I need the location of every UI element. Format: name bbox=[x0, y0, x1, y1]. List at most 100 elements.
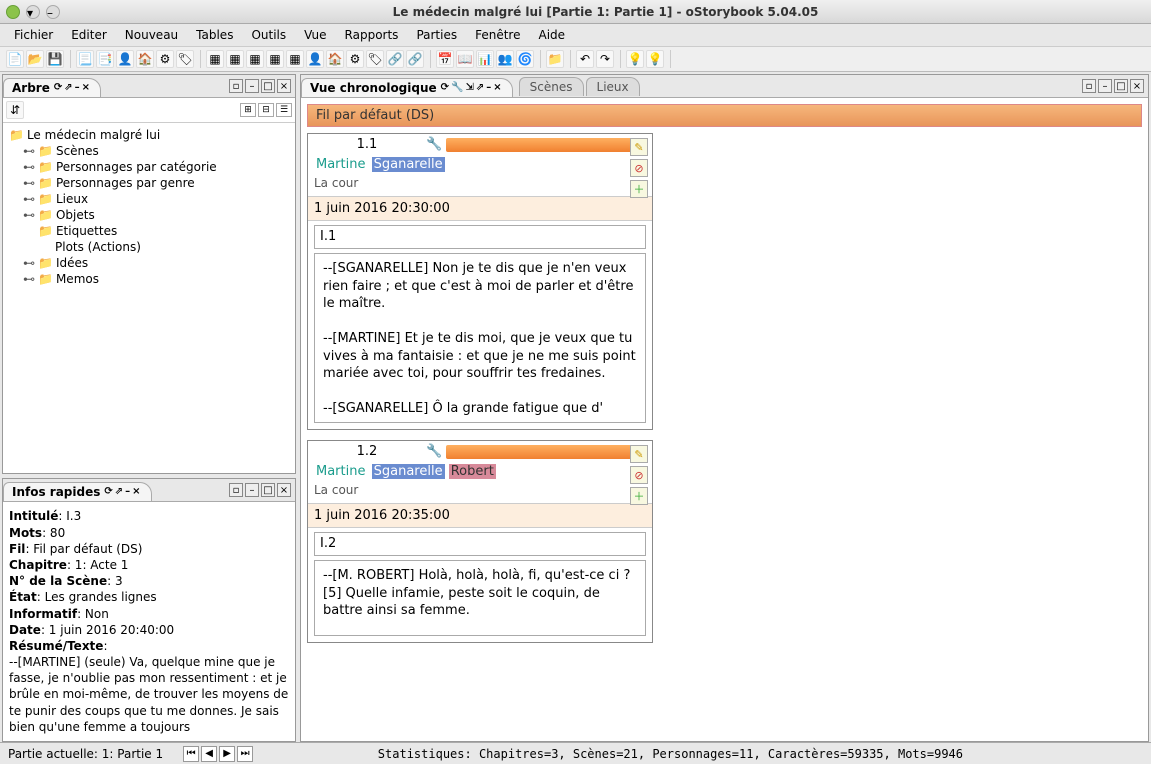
panel-min-button[interactable]: – bbox=[245, 483, 259, 497]
tool-location-icon[interactable]: 🏠 bbox=[136, 50, 154, 68]
scene-title-input[interactable]: I.1 bbox=[314, 225, 646, 249]
tab-scenes[interactable]: Scènes bbox=[519, 77, 584, 96]
tool-link2-icon[interactable]: 🔗 bbox=[406, 50, 424, 68]
menu-nouveau[interactable]: Nouveau bbox=[117, 26, 186, 44]
menu-tables[interactable]: Tables bbox=[188, 26, 241, 44]
export-icon[interactable]: ⇲ bbox=[466, 82, 474, 93]
window-shade-button[interactable]: ▾ bbox=[26, 5, 40, 19]
tree-memos[interactable]: ⊷📁Memos bbox=[23, 271, 289, 287]
tool-person-icon[interactable]: 👤 bbox=[116, 50, 134, 68]
edit-scene-button[interactable]: ✎ bbox=[630, 445, 648, 463]
panel-float-button[interactable]: ▫ bbox=[1082, 79, 1096, 93]
tool-open-icon[interactable]: 📂 bbox=[26, 50, 44, 68]
tool-tag2-icon[interactable]: 🏷 bbox=[366, 50, 384, 68]
tool-book-icon[interactable]: 📖 bbox=[456, 50, 474, 68]
menu-vue[interactable]: Vue bbox=[296, 26, 334, 44]
menu-parties[interactable]: Parties bbox=[408, 26, 465, 44]
tool-obj2-icon[interactable]: ⚙ bbox=[346, 50, 364, 68]
infos-tab[interactable]: Infos rapides ⟳ ⇗ – × bbox=[3, 482, 152, 501]
tool-docs-icon[interactable]: 📑 bbox=[96, 50, 114, 68]
tool-person2-icon[interactable]: 👤 bbox=[306, 50, 324, 68]
view-detail-icon[interactable]: ☰ bbox=[276, 103, 292, 117]
refresh-icon[interactable]: ⟳ bbox=[441, 82, 449, 93]
char-sganarelle[interactable]: Sganarelle bbox=[372, 157, 445, 172]
add-scene-button[interactable]: ＋ bbox=[630, 180, 648, 198]
menu-fichier[interactable]: Fichier bbox=[6, 26, 61, 44]
pin-icon[interactable]: ⇗ bbox=[476, 82, 484, 93]
panel-min-button[interactable]: – bbox=[245, 79, 259, 93]
close-icon[interactable]: × bbox=[493, 82, 501, 93]
tool-table3-icon[interactable]: ▦ bbox=[246, 50, 264, 68]
panel-float-button[interactable]: ▫ bbox=[229, 483, 243, 497]
arbre-tab[interactable]: Arbre ⟳ ⇗ – × bbox=[3, 78, 101, 97]
char-robert[interactable]: Robert bbox=[449, 464, 496, 479]
tab-lieux[interactable]: Lieux bbox=[586, 77, 640, 96]
window-minimize-button[interactable]: – bbox=[46, 5, 60, 19]
tool-idea-icon[interactable]: 💡 bbox=[626, 50, 644, 68]
view-list-icon[interactable]: ⊟ bbox=[258, 103, 274, 117]
panel-close-button[interactable]: × bbox=[1130, 79, 1144, 93]
char-martine[interactable]: Martine bbox=[314, 464, 367, 479]
menu-aide[interactable]: Aide bbox=[530, 26, 573, 44]
nav-next-button[interactable]: ▶ bbox=[219, 746, 235, 762]
tool-spiral-icon[interactable]: 🌀 bbox=[516, 50, 534, 68]
tool-table1-icon[interactable]: ▦ bbox=[206, 50, 224, 68]
tree-etiquettes[interactable]: 📁Etiquettes bbox=[23, 223, 289, 239]
nav-last-button[interactable]: ⏭ bbox=[237, 746, 253, 762]
refresh-icon[interactable]: ⟳ bbox=[104, 486, 112, 497]
window-close-button[interactable] bbox=[6, 5, 20, 19]
tool-undo-icon[interactable]: ↶ bbox=[576, 50, 594, 68]
panel-max-button[interactable]: □ bbox=[261, 79, 275, 93]
add-scene-button[interactable]: ＋ bbox=[630, 487, 648, 505]
tree-plots[interactable]: Plots (Actions) bbox=[23, 239, 289, 255]
menu-rapports[interactable]: Rapports bbox=[337, 26, 407, 44]
tool-tag-icon[interactable]: 🏷 bbox=[176, 50, 194, 68]
pin-icon[interactable]: ⇗ bbox=[115, 486, 123, 497]
menu-fenetre[interactable]: Fenêtre bbox=[467, 26, 528, 44]
tool-calendar-icon[interactable]: 📅 bbox=[436, 50, 454, 68]
tool-chart-icon[interactable]: 📊 bbox=[476, 50, 494, 68]
tool-loc2-icon[interactable]: 🏠 bbox=[326, 50, 344, 68]
tool-link-icon[interactable]: 🔗 bbox=[386, 50, 404, 68]
minus-icon[interactable]: – bbox=[486, 82, 491, 93]
wrench-icon[interactable]: 🔧 bbox=[426, 137, 442, 152]
tree-mode-icon[interactable]: ⇵ bbox=[6, 101, 24, 119]
minus-icon[interactable]: – bbox=[125, 486, 130, 497]
pin-icon[interactable]: ⇗ bbox=[64, 82, 72, 93]
nav-first-button[interactable]: ⏮ bbox=[183, 746, 199, 762]
panel-max-button[interactable]: □ bbox=[1114, 79, 1128, 93]
tree-lieux[interactable]: ⊷📁Lieux bbox=[23, 191, 289, 207]
char-martine[interactable]: Martine bbox=[314, 157, 367, 172]
panel-close-button[interactable]: × bbox=[277, 79, 291, 93]
edit-scene-button[interactable]: ✎ bbox=[630, 138, 648, 156]
scene-text[interactable]: --[M. ROBERT] Holà, holà, holà, fi, qu'e… bbox=[314, 560, 646, 636]
panel-min-button[interactable]: – bbox=[1098, 79, 1112, 93]
tool-save-icon[interactable]: 💾 bbox=[46, 50, 64, 68]
tree-pers-cat[interactable]: ⊷📁Personnages par catégorie bbox=[23, 159, 289, 175]
tree-pers-genre[interactable]: ⊷📁Personnages par genre bbox=[23, 175, 289, 191]
scene-text[interactable]: --[SGANARELLE] Non je te dis que je n'en… bbox=[314, 253, 646, 423]
tool-table4-icon[interactable]: ▦ bbox=[266, 50, 284, 68]
tool-table2-icon[interactable]: ▦ bbox=[226, 50, 244, 68]
tool-bulb-icon[interactable]: 💡 bbox=[646, 50, 664, 68]
char-sganarelle[interactable]: Sganarelle bbox=[372, 464, 445, 479]
scene-title-input[interactable]: I.2 bbox=[314, 532, 646, 556]
delete-scene-button[interactable]: ⊘ bbox=[630, 159, 648, 177]
panel-max-button[interactable]: □ bbox=[261, 483, 275, 497]
delete-scene-button[interactable]: ⊘ bbox=[630, 466, 648, 484]
tree-idees[interactable]: ⊷📁Idées bbox=[23, 255, 289, 271]
tool-manage-icon[interactable]: 👥 bbox=[496, 50, 514, 68]
nav-prev-button[interactable]: ◀ bbox=[201, 746, 217, 762]
tree-scenes[interactable]: ⊷📁Scènes bbox=[23, 143, 289, 159]
close-icon[interactable]: × bbox=[132, 486, 140, 497]
tree-root[interactable]: 📁Le médecin malgré lui bbox=[9, 127, 289, 143]
tool-redo-icon[interactable]: ↷ bbox=[596, 50, 614, 68]
tool-table5-icon[interactable]: ▦ bbox=[286, 50, 304, 68]
chrono-tab[interactable]: Vue chronologique ⟳ 🔧 ⇲ ⇗ – × bbox=[301, 78, 513, 97]
panel-close-button[interactable]: × bbox=[277, 483, 291, 497]
panel-float-button[interactable]: ▫ bbox=[229, 79, 243, 93]
tool-doc-icon[interactable]: 📃 bbox=[76, 50, 94, 68]
tool-new-icon[interactable]: 📄 bbox=[6, 50, 24, 68]
tool-object-icon[interactable]: ⚙ bbox=[156, 50, 174, 68]
tree-objets[interactable]: ⊷📁Objets bbox=[23, 207, 289, 223]
